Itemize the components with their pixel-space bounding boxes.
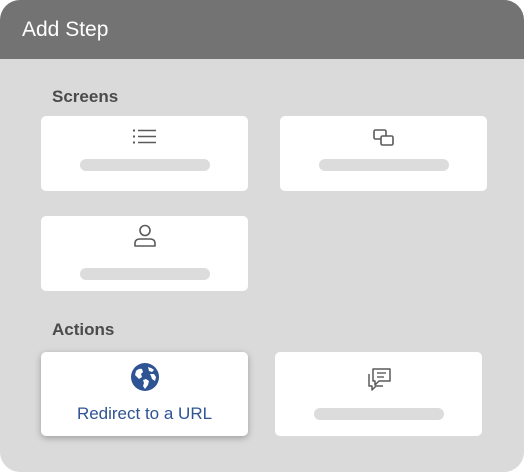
placeholder-bar xyxy=(313,408,444,420)
action-card-message[interactable] xyxy=(275,352,482,436)
section-label-actions: Actions xyxy=(52,320,115,339)
user-icon xyxy=(133,224,156,247)
dialog-title: Add Step xyxy=(22,18,109,41)
list-icon xyxy=(132,129,156,144)
globe-icon xyxy=(130,363,159,391)
action-card-redirect-to-url[interactable]: Redirect to a URL xyxy=(41,352,248,436)
overlapping-windows-icon xyxy=(372,129,394,146)
screen-card-list[interactable] xyxy=(41,116,248,191)
section-label-screens: Screens xyxy=(52,87,119,106)
action-card-label: Redirect to a URL xyxy=(76,404,213,423)
placeholder-bar xyxy=(79,159,210,171)
screen-card-overlapping-windows[interactable] xyxy=(280,116,487,191)
add-step-dialog: Add Step Screens Actions Redirect to a U… xyxy=(0,0,524,472)
dialog-titlebar: Add Step xyxy=(0,0,524,59)
placeholder-bar xyxy=(318,159,449,171)
chat-message-icon xyxy=(367,368,391,391)
screen-card-user[interactable] xyxy=(41,216,248,291)
placeholder-bar xyxy=(79,268,210,280)
